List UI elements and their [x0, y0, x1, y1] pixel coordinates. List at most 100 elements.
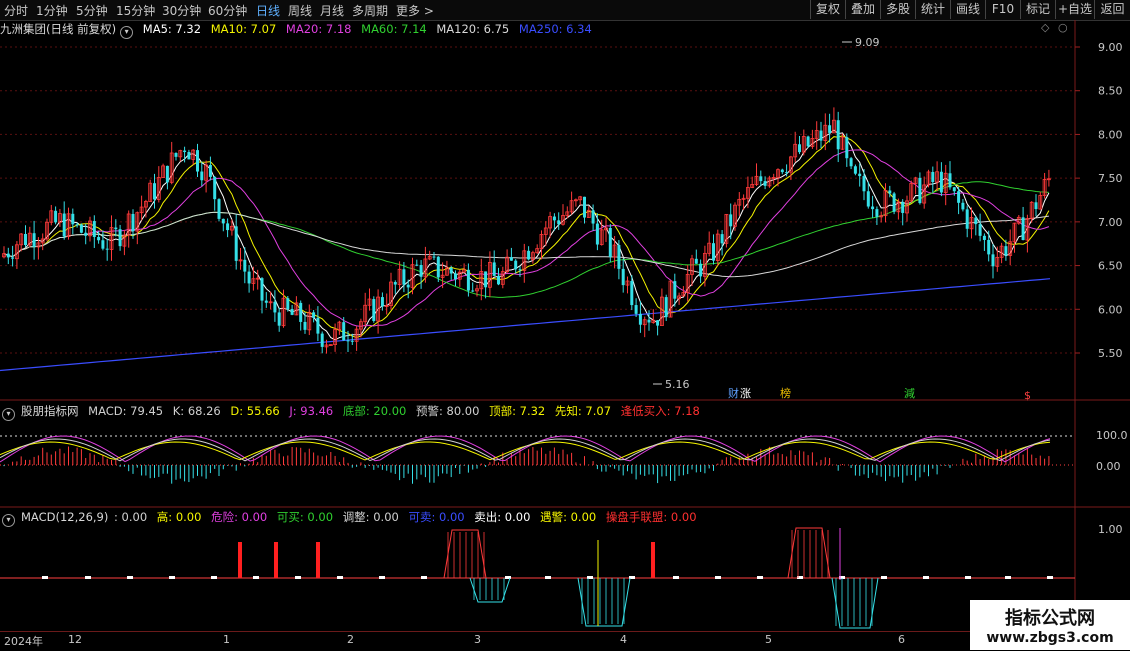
period-tab-multi[interactable]: 多周期: [352, 2, 388, 19]
period-tab-more[interactable]: 更多 >: [396, 2, 434, 19]
period-tab-intraday[interactable]: 分时: [4, 2, 28, 19]
ma250-line: [0, 278, 1051, 372]
event-tag-reduce[interactable]: 減: [904, 386, 915, 400]
price-axis-label: 7.00: [1098, 216, 1123, 229]
date-label-2024: 2024年: [4, 635, 43, 648]
candle-body-down: [961, 202, 965, 210]
candle-body-down: [6, 253, 10, 258]
candle-body-down: [1004, 246, 1008, 256]
candle-body-down: [617, 245, 621, 269]
candle-body-down: [699, 263, 703, 277]
ma60-line: [3, 181, 1049, 298]
multi-stock-button[interactable]: 多股: [880, 0, 915, 19]
candle-body-down: [965, 209, 969, 229]
event-tag-dollar[interactable]: $: [1024, 389, 1031, 402]
candle-body-down: [763, 181, 767, 186]
candle-body-down: [84, 232, 88, 236]
candle-body-down: [290, 309, 294, 315]
candle-body-down: [187, 152, 191, 160]
ind2-marker: [169, 576, 175, 579]
candle-body-down: [32, 233, 36, 247]
candle-body-down: [509, 257, 513, 261]
ind2-marker: [881, 576, 887, 579]
candle-body-down: [101, 240, 105, 249]
price-axis: 9.00 8.50 8.00 7.50 7.00 6.50 6.00 5.50: [1075, 41, 1123, 360]
candle-body-down: [806, 136, 810, 147]
candle-body-down: [92, 221, 96, 237]
candle-body-down: [97, 236, 101, 241]
candle-body-down: [1021, 217, 1025, 241]
indicator2-pane: [0, 527, 1075, 629]
candle-body-down: [982, 235, 986, 240]
draw-line-button[interactable]: 画线: [950, 0, 985, 19]
low-annotation: 5.16: [653, 378, 690, 391]
restore-rights-button[interactable]: 复权: [810, 0, 845, 19]
candle-body-down: [828, 125, 832, 133]
candle-body-down: [200, 171, 204, 181]
high-price-label: 9.09: [855, 36, 880, 49]
ind2-marker: [253, 576, 259, 579]
candle-body-down: [694, 258, 698, 264]
candle-body-down: [221, 218, 225, 224]
event-tag-rise[interactable]: 涨: [740, 387, 751, 400]
candle-body-down: [514, 260, 518, 270]
candle-body-down: [780, 169, 784, 173]
candle-body-down: [372, 299, 376, 321]
candle-body-down: [862, 176, 866, 192]
statistics-button[interactable]: 统计: [915, 0, 950, 19]
ind2-marker: [923, 576, 929, 579]
ind2-red-signal: [274, 542, 278, 578]
period-tab-weekly[interactable]: 周线: [288, 2, 312, 19]
event-tag-board[interactable]: 榜: [780, 386, 791, 400]
candle-body-down: [759, 176, 763, 182]
period-tab-monthly[interactable]: 月线: [320, 2, 344, 19]
period-tab-1min[interactable]: 1分钟: [36, 2, 68, 19]
price-axis-label: 9.00: [1098, 41, 1123, 54]
price-axis-label: 6.50: [1098, 260, 1123, 273]
period-tab-15min[interactable]: 15分钟: [116, 2, 155, 19]
candle-body-down: [217, 199, 221, 219]
candle-body-down: [286, 298, 290, 310]
candle-body-down: [991, 254, 995, 267]
period-tab-daily[interactable]: 日线: [256, 2, 280, 19]
candle-body-down: [987, 239, 991, 255]
event-tag-finance[interactable]: 财: [728, 386, 739, 400]
period-toolbar: 分时 1分钟 5分钟 15分钟 30分钟 60分钟 日线 周线 月线 多周期 更…: [0, 0, 1130, 21]
date-label-jan: 1: [223, 633, 230, 646]
candle-body-down: [71, 213, 75, 225]
ind2-marker: [1005, 576, 1011, 579]
watermark-line2: www.zbgs3.com: [986, 630, 1114, 646]
ind2-marker: [545, 576, 551, 579]
candle-body-down: [845, 137, 849, 159]
candle-body-down: [454, 273, 457, 280]
candle-body-down: [939, 171, 943, 193]
candle-body-down: [342, 322, 346, 341]
candle-body-down: [303, 321, 307, 330]
ind2-dip-2: [577, 577, 631, 627]
candle-body-down: [260, 278, 264, 301]
date-label-jun: 6: [898, 633, 905, 646]
period-tab-60min[interactable]: 60分钟: [208, 2, 247, 19]
f10-button[interactable]: F10: [985, 0, 1020, 19]
period-tab-5min[interactable]: 5分钟: [76, 2, 108, 19]
candle-body-down: [557, 220, 561, 225]
candle-body-down: [165, 165, 169, 183]
main-pane: [0, 20, 1075, 400]
price-axis-label: 8.00: [1098, 128, 1123, 141]
candle-body-down: [871, 206, 875, 210]
ind2-hump-1: [443, 529, 487, 579]
mark-button[interactable]: 标记: [1020, 0, 1055, 19]
period-tab-30min[interactable]: 30分钟: [162, 2, 201, 19]
ma10-line: [3, 135, 1050, 338]
date-axis: 2024年 12 1 2 3 4 5 6: [0, 631, 970, 651]
candle-body-down: [247, 271, 251, 284]
price-axis-label: 5.50: [1098, 347, 1123, 360]
overlay-button[interactable]: 叠加: [845, 0, 880, 19]
kline-chart-area[interactable]: 9.00 8.50 8.00 7.50 7.00 6.50 6.00 5.50 9.09 5.…: [0, 20, 1130, 631]
add-watchlist-button[interactable]: +自选: [1055, 0, 1094, 19]
candle-body-down: [978, 224, 982, 236]
candle-body-down: [393, 282, 397, 285]
back-button[interactable]: 返回: [1094, 0, 1130, 19]
candle-body-down: [24, 234, 27, 246]
candle-body-down: [630, 281, 634, 306]
